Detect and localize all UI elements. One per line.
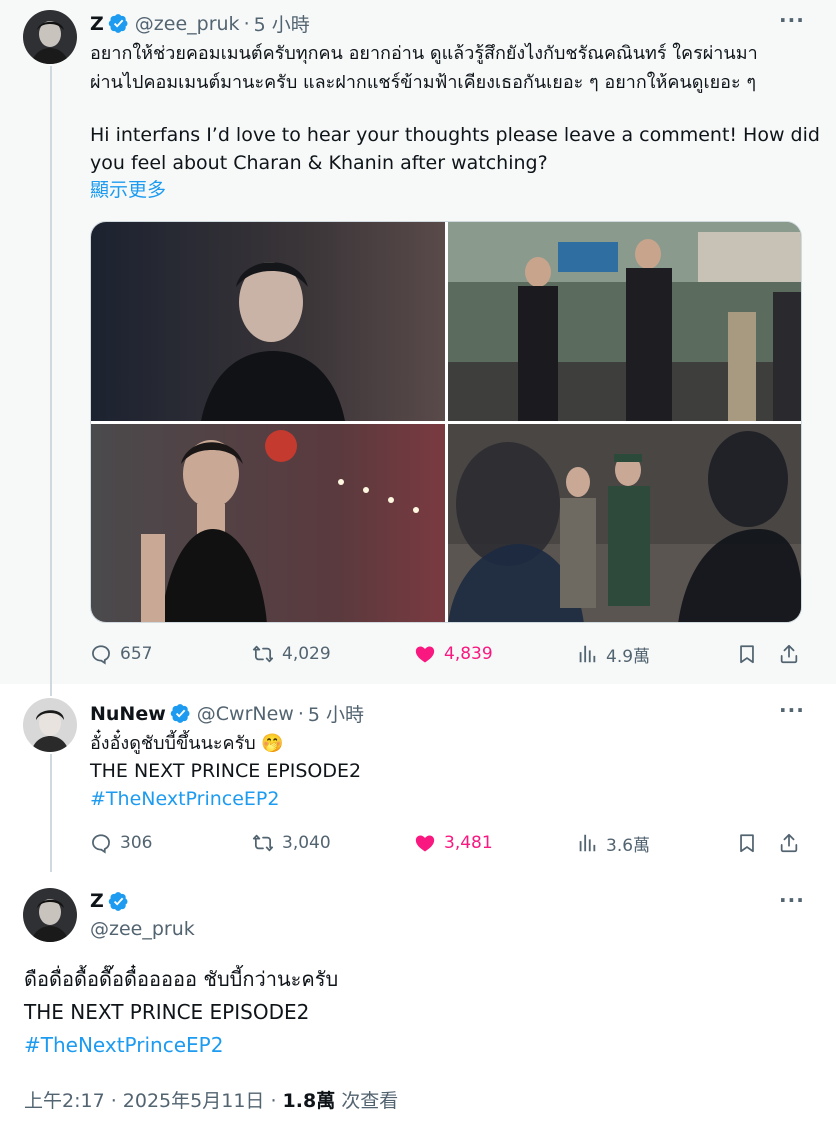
avatar-zee[interactable] — [23, 888, 77, 942]
user-handle[interactable]: @zee_pruk — [135, 13, 240, 35]
avatar-zee[interactable] — [23, 10, 77, 64]
reply-icon — [90, 643, 112, 665]
bookmark-button[interactable] — [736, 829, 758, 857]
heart-icon — [414, 643, 436, 665]
heart-icon — [414, 832, 436, 854]
display-name[interactable]: Z — [90, 890, 104, 912]
repost-button[interactable]: 4,029 — [252, 640, 331, 668]
timestamp[interactable]: 5 小時 — [308, 700, 364, 727]
media-photo-3[interactable] — [91, 424, 445, 622]
tweet-text-en-1: Hi interfans I’d love to hear your thoug… — [90, 124, 820, 146]
separator: · — [297, 702, 304, 725]
separator: · — [243, 12, 250, 35]
share-icon — [778, 643, 800, 665]
post-timestamp[interactable]: 上午2:17 · 2025年5月11日 · — [24, 1090, 283, 1112]
media-photo-2[interactable] — [448, 222, 801, 421]
like-button[interactable]: 4,839 — [414, 640, 493, 668]
like-count: 3,481 — [444, 833, 493, 853]
media-grid — [90, 221, 802, 623]
repost-count: 4,029 — [282, 644, 331, 664]
tweet-text-en-2: you feel about Charan & Khanin after wat… — [90, 152, 548, 174]
views-count: 1.8萬 — [282, 1090, 336, 1112]
tweet-text-line-1: ดือดื่อดื้อดื๊อดื๋อออออ ชับบี้กว่านะครับ — [24, 967, 339, 991]
bookmark-icon — [736, 832, 758, 854]
thread-line — [50, 66, 52, 684]
more-options-icon[interactable]: ··· — [779, 888, 805, 912]
tweet-text-line-2: THE NEXT PRINCE EPISODE2 — [24, 1000, 310, 1024]
timestamp[interactable]: 5 小時 — [254, 10, 310, 37]
tweet-text-line-2: THE NEXT PRINCE EPISODE2 — [90, 760, 362, 782]
more-options-icon[interactable]: ··· — [779, 698, 805, 722]
bar-chart-icon — [576, 832, 598, 854]
reply-button[interactable]: 657 — [90, 640, 152, 668]
reply-button[interactable]: 306 — [90, 829, 152, 857]
media-photo-1[interactable] — [91, 222, 445, 421]
thread-line — [50, 754, 52, 872]
tweet-actions: 306 3,040 3,481 3.6萬 — [90, 829, 802, 857]
user-handle[interactable]: @CwrNew — [197, 703, 294, 725]
share-button[interactable] — [778, 829, 800, 857]
more-options-icon[interactable]: ··· — [779, 8, 805, 32]
tweet-header: Z @zee_pruk · 5 小時 — [90, 10, 310, 37]
display-name[interactable]: Z — [90, 13, 104, 35]
repost-button[interactable]: 3,040 — [252, 829, 331, 857]
bar-chart-icon — [576, 643, 598, 665]
views-count: 3.6萬 — [606, 835, 651, 856]
like-button[interactable]: 3,481 — [414, 829, 493, 857]
hashtag-link[interactable]: #TheNextPrinceEP2 — [24, 1030, 223, 1060]
share-button[interactable] — [778, 640, 800, 668]
tweet-zee-focused: Z @zee_pruk ··· ดือดื่อดื้อดื๊อดื๋อออออ … — [0, 872, 836, 1136]
tweet-nunew-reply[interactable]: NuNew @CwrNew · 5 小時 ··· อั๋งอั๋งดูชับบี… — [0, 684, 836, 872]
tweet-text-line-1: อั๋งอั๋งดูชับบี้ขึ้นนะครับ 🤭 — [90, 733, 284, 754]
like-count: 4,839 — [444, 644, 493, 664]
media-photo-4[interactable] — [448, 424, 801, 622]
tweet-actions: 657 4,029 4,839 4.9萬 — [90, 640, 802, 668]
verified-badge-icon — [170, 703, 191, 724]
share-icon — [778, 832, 800, 854]
tweet-meta: 上午2:17 · 2025年5月11日 · 1.8萬 次查看 — [24, 1086, 398, 1113]
reply-count: 657 — [120, 644, 153, 664]
tweet-header: Z — [90, 890, 129, 912]
verified-badge-icon — [108, 891, 129, 912]
views-button[interactable]: 3.6萬 — [576, 829, 650, 857]
show-more-link[interactable]: 顯示更多 — [90, 176, 166, 204]
user-handle[interactable]: @zee_pruk — [90, 918, 195, 940]
tweet-text-thai-2: ผ่านไปคอมเมนต์มานะครับ และฝากแชร์ข้ามฟ้า… — [90, 72, 757, 93]
avatar-nunew[interactable] — [23, 698, 77, 752]
views-count: 4.9萬 — [606, 646, 651, 667]
tweet-zee-main[interactable]: Z @zee_pruk · 5 小時 ··· อยากให้ช่วยคอมเมน… — [0, 0, 836, 684]
handle-row: @zee_pruk — [90, 918, 195, 940]
tweet-text-thai-1: อยากให้ช่วยคอมเมนต์ครับทุกคน อยากอ่าน ดู… — [90, 43, 758, 64]
hashtag-link[interactable]: #TheNextPrinceEP2 — [90, 785, 279, 813]
repost-count: 3,040 — [282, 833, 331, 853]
tweet-header: NuNew @CwrNew · 5 小時 — [90, 700, 364, 727]
reply-count: 306 — [120, 833, 153, 853]
verified-badge-icon — [108, 13, 129, 34]
thread-line — [50, 684, 52, 696]
bookmark-button[interactable] — [736, 640, 758, 668]
views-label: 次查看 — [335, 1090, 399, 1112]
views-button[interactable]: 4.9萬 — [576, 640, 650, 668]
repost-icon — [252, 643, 274, 665]
bookmark-icon — [736, 643, 758, 665]
reply-icon — [90, 832, 112, 854]
repost-icon — [252, 832, 274, 854]
display-name[interactable]: NuNew — [90, 703, 166, 725]
